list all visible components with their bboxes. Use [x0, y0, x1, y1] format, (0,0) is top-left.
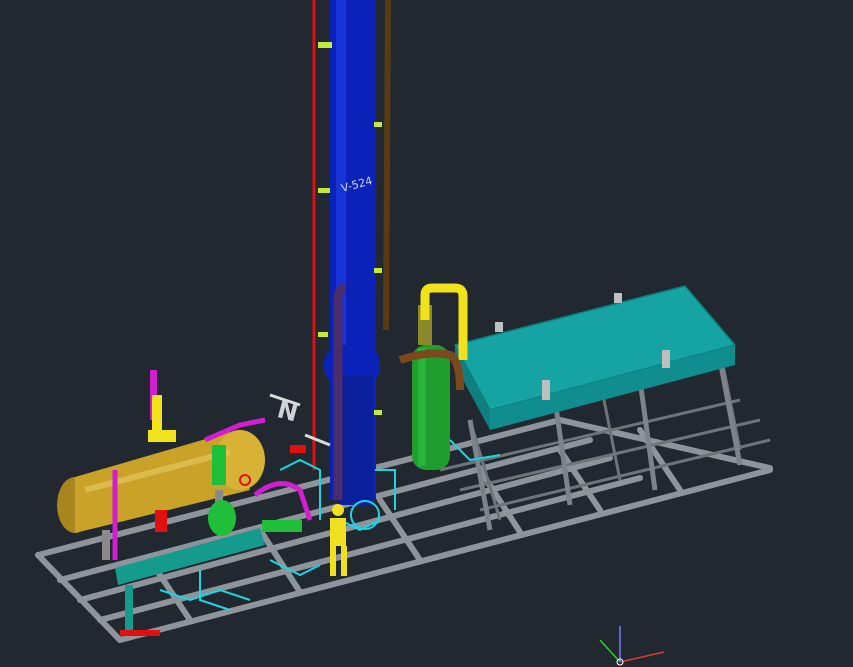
north-label: N: [274, 395, 301, 427]
yellow-instrument-stack: [148, 370, 176, 442]
green-vessel[interactable]: [412, 305, 450, 470]
ucs-icon: [599, 626, 665, 666]
skid-frame: [35, 417, 773, 643]
brown-riser: [383, 0, 391, 331]
scale-figure: [330, 504, 347, 576]
model-viewport[interactable]: V-524 N: [0, 0, 853, 667]
air-cooler[interactable]: [453, 285, 737, 430]
blue-column[interactable]: [324, 0, 380, 505]
